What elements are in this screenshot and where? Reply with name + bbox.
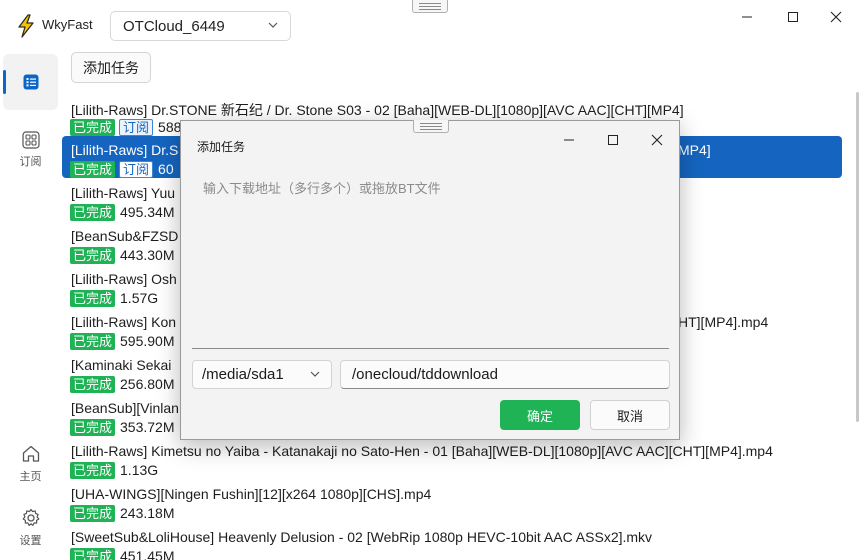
nav-item-settings[interactable]: 设置: [3, 500, 58, 556]
home-icon: [22, 445, 39, 462]
task-size: 353.72M: [120, 419, 175, 435]
nav-rail: 订阅 主页 设置: [0, 52, 60, 560]
status-badge: 已完成: [70, 504, 116, 522]
minimize-button[interactable]: [729, 4, 765, 30]
nav-item-tasks[interactable]: [3, 54, 58, 110]
nav-label-home: 主页: [19, 471, 42, 483]
device-select-value: OTCloud_6449: [123, 18, 225, 35]
task-row[interactable]: [Lilith-Raws] Kimetsu no Yaiba - Katanak…: [62, 437, 842, 479]
cancel-button[interactable]: 取消: [590, 400, 670, 430]
chevron-down-icon: [310, 371, 320, 377]
task-name: [UHA-WINGS][Ningen Fushin][12][x264 1080…: [71, 486, 432, 502]
dialog-minimize-button[interactable]: [552, 127, 586, 153]
minimize-icon: [742, 16, 752, 18]
task-size: 256.80M: [120, 376, 175, 392]
task-name: [Lilith-Raws] Dr.S: [71, 142, 179, 158]
task-row[interactable]: [SweetSub&LoliHouse] Heavenly Delusion -…: [62, 523, 842, 560]
task-size: 451.45M: [120, 548, 175, 560]
task-size: 243.18M: [120, 505, 175, 521]
status-badge: 已完成: [70, 160, 116, 178]
status-badge: 已完成: [70, 332, 116, 350]
nav-label-settings: 设置: [19, 535, 42, 547]
url-input[interactable]: 输入下载地址（多行多个）或拖放BT文件: [192, 171, 669, 349]
app-title: WkyFast: [42, 17, 93, 32]
task-size: 443.30M: [120, 247, 175, 263]
status-badge: 已完成: [70, 461, 116, 479]
nav-label-subscribe: 订阅: [19, 156, 42, 168]
lightning-logo-icon: [18, 14, 34, 38]
task-meta: 已完成 451.45M: [70, 547, 175, 560]
close-icon: [830, 11, 842, 23]
task-row[interactable]: [UHA-WINGS][Ningen Fushin][12][x264 1080…: [62, 480, 842, 522]
task-name: [Lilith-Raws] Kimetsu no Yaiba - Katanak…: [71, 443, 773, 459]
confirm-button[interactable]: 确定: [500, 400, 580, 430]
task-name: [Lilith-Raws] Kon: [71, 314, 177, 330]
drive-select-value: /media/sda1: [202, 366, 284, 383]
subscribe-badge: 订阅: [119, 118, 154, 136]
task-meta: 已完成 256.80M: [70, 375, 175, 393]
list-icon: [23, 74, 38, 90]
nav-item-subscribe[interactable]: 订阅: [3, 122, 58, 178]
task-name-tail: MP4]: [678, 142, 711, 158]
close-icon: [651, 134, 663, 146]
task-name: [SweetSub&LoliHouse] Heavenly Delusion -…: [71, 529, 653, 545]
add-task-button[interactable]: 添加任务: [71, 52, 151, 83]
dialog-drag-handle[interactable]: [413, 120, 449, 133]
subscribe-badge: 订阅: [119, 160, 154, 178]
dialog-title: 添加任务: [197, 140, 246, 154]
task-size: 595.90M: [120, 333, 175, 349]
status-badge: 已完成: [70, 289, 116, 307]
device-select[interactable]: OTCloud_6449: [110, 11, 291, 41]
task-size: 1.13G: [120, 462, 159, 478]
nav-item-home[interactable]: 主页: [3, 436, 58, 492]
window-drag-handle[interactable]: [412, 0, 448, 13]
task-name: [Lilith-Raws] Dr.STONE 新石纪 / Dr. Stone S…: [71, 102, 684, 118]
title-bar: WkyFast OTCloud_6449: [0, 0, 860, 52]
task-meta: 已完成 495.34M: [70, 203, 175, 221]
list-scrollbar[interactable]: [856, 92, 859, 422]
maximize-icon: [788, 12, 798, 22]
dialog-maximize-button[interactable]: [596, 127, 630, 153]
task-name: [Lilith-Raws] Yuu: [71, 185, 176, 201]
task-name: [BeanSub][Vinlan: [71, 400, 179, 416]
status-badge: 已完成: [70, 246, 116, 264]
gear-icon: [22, 508, 39, 526]
task-name: [Lilith-Raws] Osh: [71, 271, 177, 287]
task-meta: 已完成 443.30M: [70, 246, 175, 264]
status-badge: 已完成: [70, 418, 116, 436]
minimize-icon: [564, 139, 574, 141]
task-name: [Kaminaki Sekai: [71, 357, 172, 373]
maximize-button[interactable]: [775, 4, 811, 30]
drive-select[interactable]: /media/sda1: [192, 360, 332, 389]
task-meta: 已完成 1.13G: [70, 461, 158, 479]
download-path-input[interactable]: /onecloud/tddownload: [340, 360, 670, 389]
task-size: 495.34M: [120, 204, 175, 220]
download-path-value: /onecloud/tddownload: [352, 366, 498, 383]
task-meta: 已完成 243.18M: [70, 504, 175, 522]
task-name-tail: HT][MP4].mp4: [678, 314, 769, 330]
dialog-close-button[interactable]: [640, 127, 674, 153]
status-badge: 已完成: [70, 118, 116, 136]
task-meta: 已完成 1.57G: [70, 289, 158, 307]
task-name: [BeanSub&FZSD: [71, 228, 179, 244]
close-button[interactable]: [818, 4, 854, 30]
grid-icon: [21, 131, 40, 149]
task-size: 60: [158, 161, 174, 177]
task-meta: 已完成 订阅 60: [70, 160, 174, 178]
task-meta: 已完成 353.72M: [70, 418, 175, 436]
status-badge: 已完成: [70, 547, 116, 560]
add-task-dialog: 添加任务 输入下载地址（多行多个）或拖放BT文件 /media/sda1 /on…: [180, 120, 680, 440]
url-input-placeholder: 输入下载地址（多行多个）或拖放BT文件: [203, 181, 441, 196]
active-indicator: [3, 70, 6, 94]
task-meta: 已完成 595.90M: [70, 332, 175, 350]
status-badge: 已完成: [70, 203, 116, 221]
maximize-icon: [608, 135, 618, 145]
task-size: 1.57G: [120, 290, 159, 306]
status-badge: 已完成: [70, 375, 116, 393]
chevron-down-icon: [268, 22, 278, 28]
